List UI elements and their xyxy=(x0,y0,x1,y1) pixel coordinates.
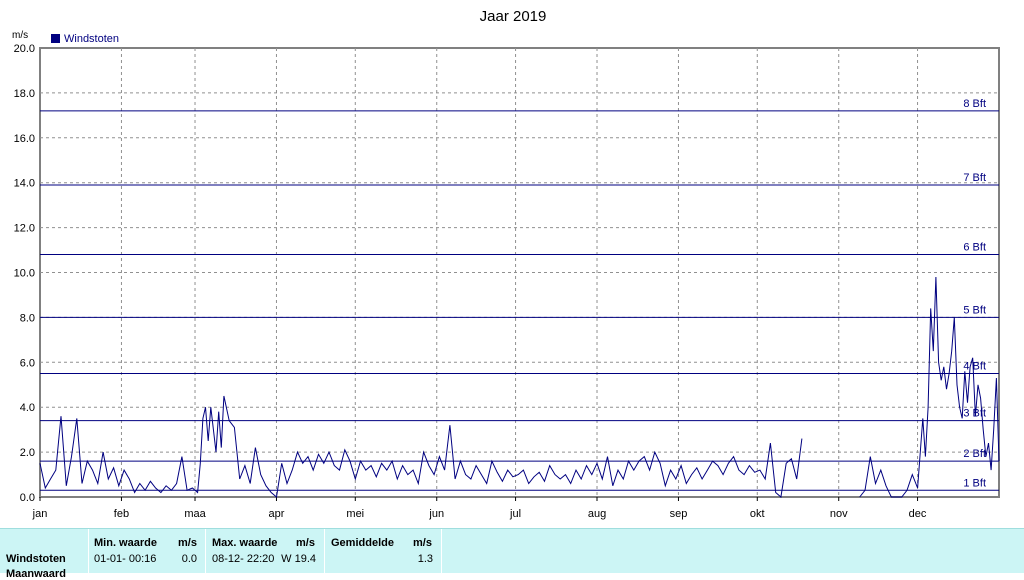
y-tick-label: 10.0 xyxy=(14,268,35,280)
min-value: 0.0 xyxy=(181,553,197,565)
y-tick-label: 2.0 xyxy=(20,447,35,459)
plot-area xyxy=(39,47,1000,498)
x-tick-label: apr xyxy=(269,508,285,520)
x-tick-label: sep xyxy=(670,508,688,520)
x-axis-month-labels: jan feb maa apr mei jun jul aug sep okt nov dec xyxy=(32,508,927,520)
min-header: Min. waarde xyxy=(94,537,157,549)
stats-row-label: Windstoten xyxy=(6,553,66,565)
y-axis-unit-label: m/s xyxy=(12,30,28,41)
beaufort-label: 4 Bft xyxy=(963,361,986,373)
max-time: 08-12- 22:20 xyxy=(212,553,275,565)
beaufort-label: 8 Bft xyxy=(963,98,986,110)
max-unit: m/s xyxy=(296,537,315,549)
beaufort-label: 6 Bft xyxy=(963,242,986,254)
x-tick-label: jun xyxy=(428,508,444,520)
x-tick-label: nov xyxy=(830,508,848,520)
legend-swatch xyxy=(51,34,60,43)
y-tick-label: 0.0 xyxy=(20,492,35,504)
x-tick-label: mei xyxy=(346,508,364,520)
legend-label: Windstoten xyxy=(64,33,119,45)
avg-header: Gemiddelde xyxy=(331,537,394,549)
y-tick-label: 14.0 xyxy=(14,178,35,190)
y-axis-tick-labels: 0.0 2.0 4.0 6.0 8.0 10.0 12.0 14.0 16.0 18.0 20.0 xyxy=(14,43,35,504)
avg-unit: m/s xyxy=(413,537,432,549)
beaufort-label: 2 Bft xyxy=(963,448,986,460)
chart: Jaar 2019 m/s Windstoten 1 Bft2 Bft3 Bft… xyxy=(12,8,1000,520)
x-tick-label: feb xyxy=(114,508,129,520)
x-tick-label: okt xyxy=(750,508,765,520)
beaufort-label: 1 Bft xyxy=(963,477,986,489)
y-tick-label: 12.0 xyxy=(14,223,35,235)
x-tick-label: jan xyxy=(32,508,48,520)
y-tick-label: 4.0 xyxy=(20,402,35,414)
min-unit: m/s xyxy=(178,537,197,549)
stats-min-cell: Min. waarde m/s 01-01- 00:16 0.0 xyxy=(89,529,206,574)
y-tick-label: 6.0 xyxy=(20,357,35,369)
beaufort-label: 7 Bft xyxy=(963,172,986,184)
y-tick-label: 18.0 xyxy=(14,88,35,100)
x-tick-label: jul xyxy=(509,508,521,520)
stats-avg-cell: Gemiddelde m/s 1.3 xyxy=(325,529,442,574)
x-tick-label: maa xyxy=(184,508,206,520)
stats-panel: Windstoten Maanwaard Min. waarde m/s 01-… xyxy=(0,528,1024,580)
x-tick-label: dec xyxy=(909,508,927,520)
y-tick-label: 8.0 xyxy=(20,312,35,324)
stats-row-label-2: Maanwaard xyxy=(6,568,66,580)
y-tick-label: 20.0 xyxy=(14,43,35,55)
beaufort-label: 5 Bft xyxy=(963,304,986,316)
avg-value: 1.3 xyxy=(417,553,433,565)
stats-max-cell: Max. waarde m/s 08-12- 22:20 W 19.4 xyxy=(206,529,325,574)
x-tick-label: aug xyxy=(588,508,606,520)
max-header: Max. waarde xyxy=(212,537,278,549)
y-tick-label: 16.0 xyxy=(14,133,35,145)
chart-title: Jaar 2019 xyxy=(480,8,547,25)
min-time: 01-01- 00:16 xyxy=(94,553,157,565)
max-value: W 19.4 xyxy=(281,553,316,565)
stats-row-label-cell: Windstoten Maanwaard xyxy=(0,529,89,580)
